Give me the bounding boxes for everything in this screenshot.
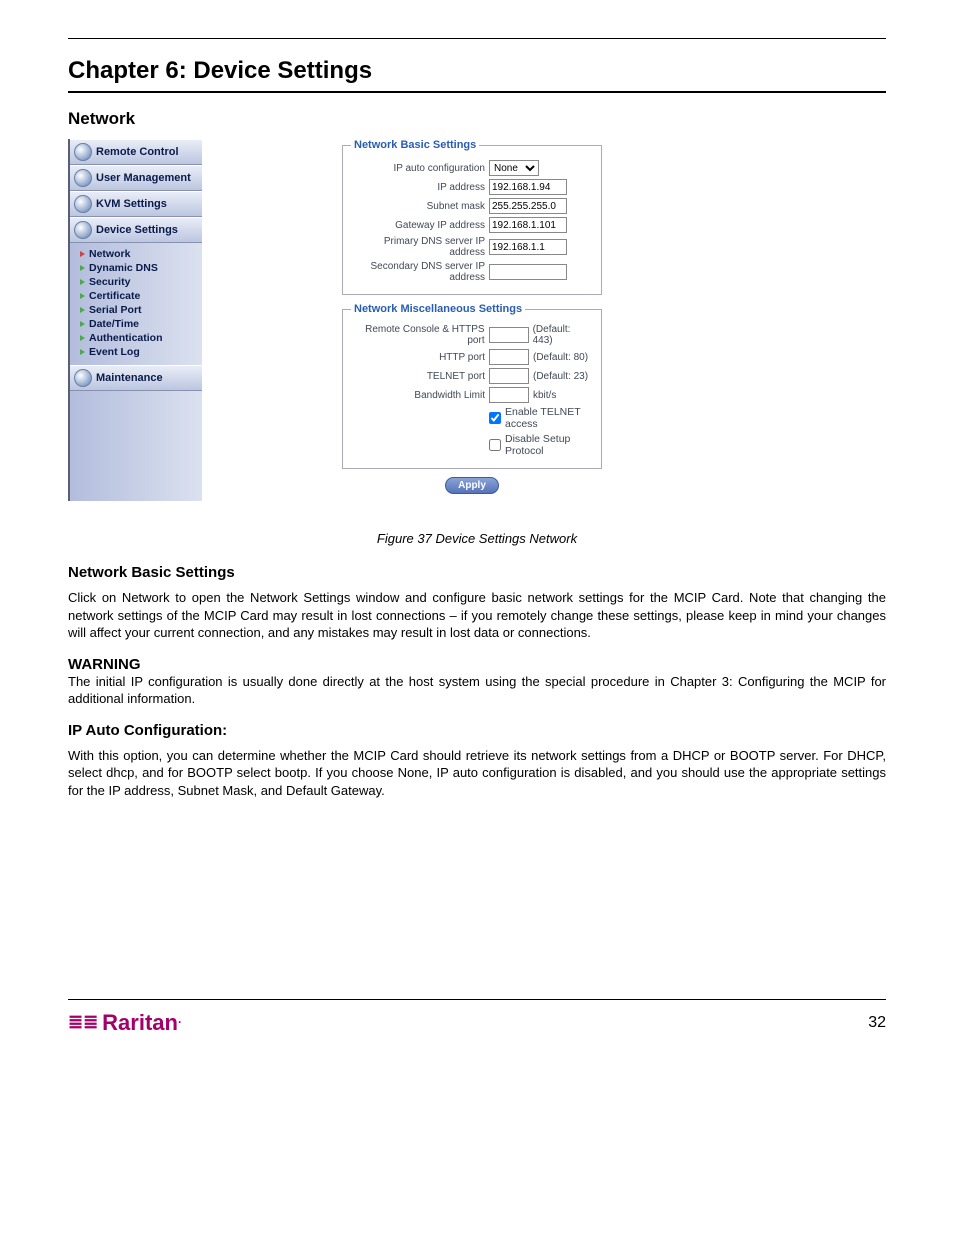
wrench-icon — [74, 369, 92, 387]
users-icon — [74, 169, 92, 187]
legend-misc: Network Miscellaneous Settings — [351, 303, 525, 315]
section-title: Network — [68, 109, 886, 129]
https-port-input[interactable] — [489, 327, 529, 343]
chapter-title: Chapter 6: Device Settings — [68, 57, 886, 85]
label-http-port: HTTP port — [351, 352, 489, 363]
disable-setup-checkbox[interactable] — [489, 439, 501, 451]
sub-authentication[interactable]: Authentication — [80, 331, 202, 345]
telnet-port-input[interactable] — [489, 368, 529, 384]
nav-user-management[interactable]: User Management — [70, 165, 202, 191]
brand-icon: ≣≣ — [68, 1013, 98, 1031]
arrow-icon — [80, 251, 85, 257]
sub-certificate[interactable]: Certificate — [80, 289, 202, 303]
label-pdns: Primary DNS server IP address — [351, 236, 489, 258]
http-hint: (Default: 80) — [533, 352, 588, 363]
telnet-checkbox[interactable] — [489, 412, 501, 424]
kvm-icon — [74, 195, 92, 213]
bandwidth-input[interactable] — [489, 387, 529, 403]
figure-caption: Figure 37 Device Settings Network — [68, 531, 886, 546]
label-subnet: Subnet mask — [351, 201, 489, 212]
sub-date-time[interactable]: Date/Time — [80, 317, 202, 331]
nav-maintenance[interactable]: Maintenance — [70, 365, 202, 391]
arrow-icon — [80, 307, 85, 313]
telnet-chk-label: Enable TELNET access — [505, 406, 593, 430]
arrow-icon — [80, 293, 85, 299]
label-ip-auto: IP auto configuration — [351, 163, 489, 174]
arrow-icon — [80, 349, 85, 355]
page-number: 32 — [868, 1014, 886, 1032]
label-gateway: Gateway IP address — [351, 220, 489, 231]
monitor-icon — [74, 143, 92, 161]
label-telnet-port: TELNET port — [351, 371, 489, 382]
arrow-icon — [80, 279, 85, 285]
ip-addr-input[interactable] — [489, 179, 567, 195]
ip-auto-heading: IP Auto Configuration: — [68, 722, 886, 739]
sub-security[interactable]: Security — [80, 275, 202, 289]
gateway-input[interactable] — [489, 217, 567, 233]
nav-kvm-settings[interactable]: KVM Settings — [70, 191, 202, 217]
sub-event-log[interactable]: Event Log — [80, 345, 202, 359]
label-https-port: Remote Console & HTTPS port — [351, 324, 489, 346]
arrow-icon — [80, 335, 85, 341]
sub-network[interactable]: Network — [80, 247, 202, 261]
brand-logo: ≣≣ Raritan. — [68, 1010, 181, 1036]
basic-settings-text: Click on Network to open the Network Set… — [68, 589, 886, 642]
http-port-input[interactable] — [489, 349, 529, 365]
secondary-dns-input[interactable] — [489, 264, 567, 280]
basic-settings-heading: Network Basic Settings — [68, 564, 886, 581]
ip-auto-text: With this option, you can determine whet… — [68, 747, 886, 800]
nav-remote-control[interactable]: Remote Control — [70, 139, 202, 165]
arrow-icon — [80, 321, 85, 327]
label-sdns: Secondary DNS server IP address — [351, 261, 489, 283]
apply-button[interactable]: Apply — [445, 477, 499, 494]
sidebar: Remote Control User Management KVM Setti… — [68, 139, 202, 501]
sub-dynamic-dns[interactable]: Dynamic DNS — [80, 261, 202, 275]
warning-text: The initial IP configuration is usually … — [68, 673, 886, 708]
label-ip-addr: IP address — [351, 182, 489, 193]
bw-hint: kbit/s — [533, 390, 556, 401]
nav-device-settings[interactable]: Device Settings — [70, 217, 202, 243]
arrow-icon — [80, 265, 85, 271]
network-settings-panel: Network Basic Settings IP auto configura… — [342, 139, 602, 501]
network-misc-fieldset: Network Miscellaneous Settings Remote Co… — [342, 303, 602, 469]
legend-basic: Network Basic Settings — [351, 139, 479, 151]
sub-serial-port[interactable]: Serial Port — [80, 303, 202, 317]
label-bw: Bandwidth Limit — [351, 390, 489, 401]
warning-heading: WARNING — [68, 656, 886, 673]
network-basic-fieldset: Network Basic Settings IP auto configura… — [342, 139, 602, 295]
device-settings-submenu: Network Dynamic DNS Security Certificate… — [70, 243, 202, 365]
gear-icon — [74, 221, 92, 239]
primary-dns-input[interactable] — [489, 239, 567, 255]
https-hint: (Default: 443) — [533, 324, 593, 346]
telnet-hint: (Default: 23) — [533, 371, 588, 382]
ip-auto-select[interactable]: None — [489, 160, 539, 176]
subnet-input[interactable] — [489, 198, 567, 214]
disable-chk-label: Disable Setup Protocol — [505, 433, 593, 457]
